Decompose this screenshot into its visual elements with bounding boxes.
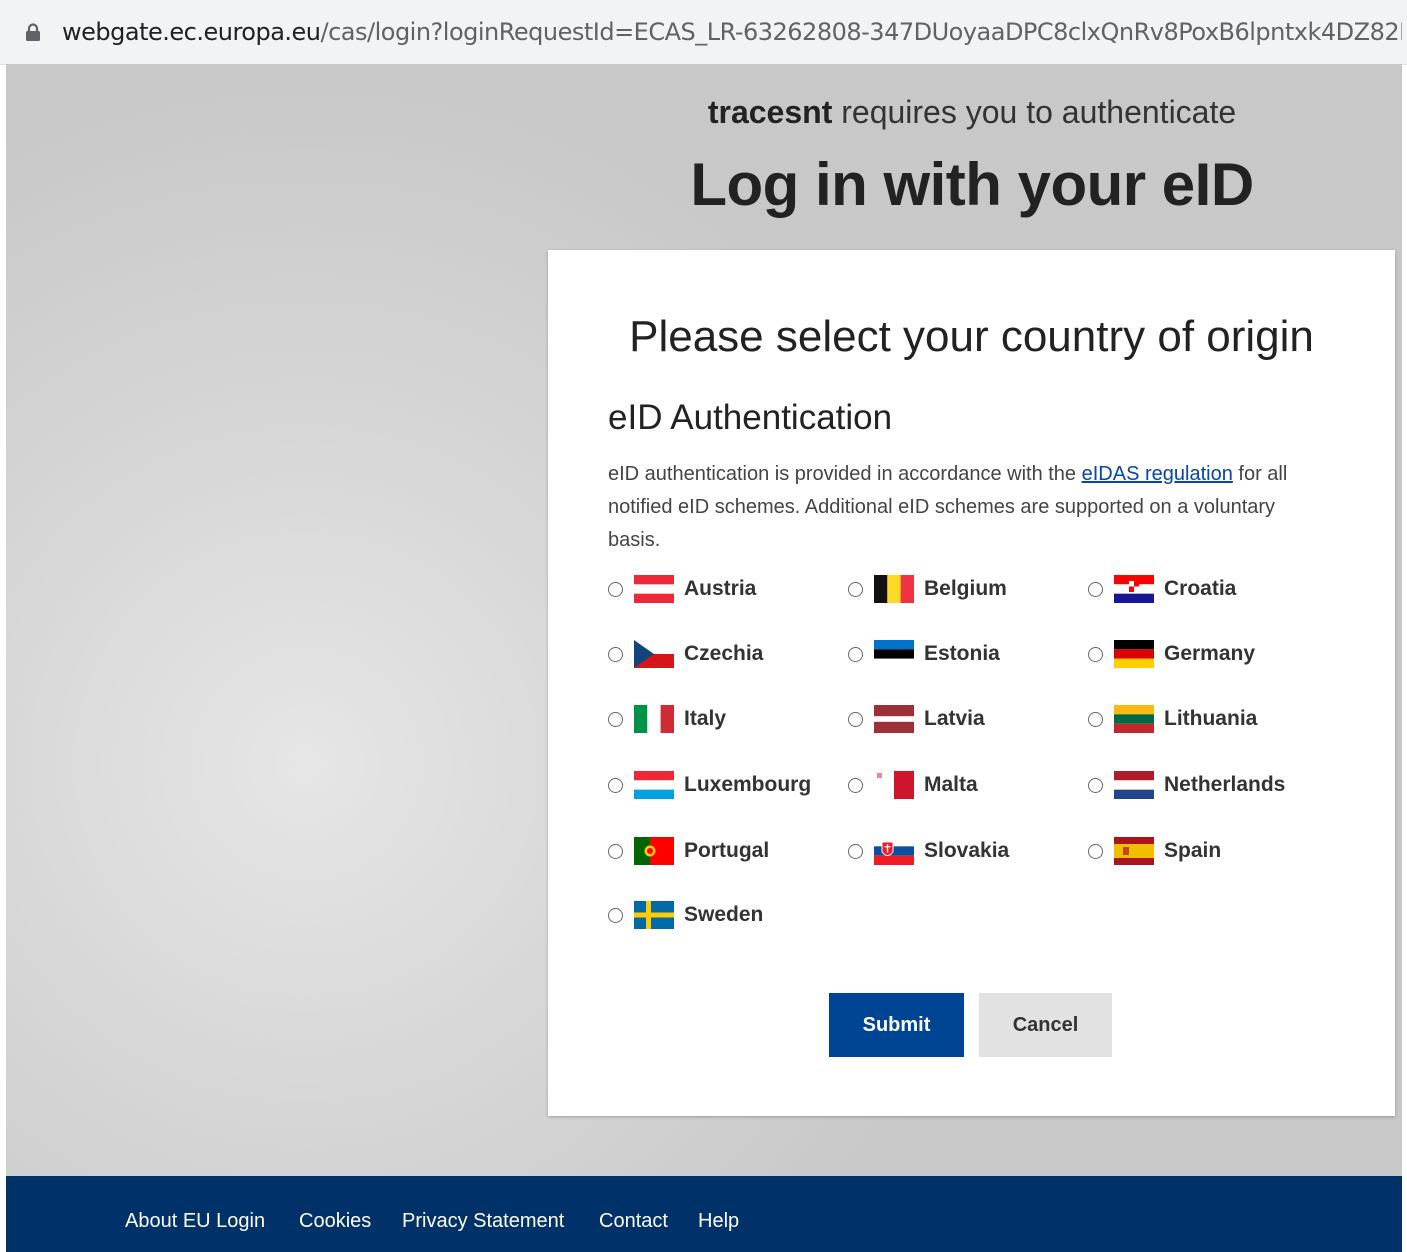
country-label: Austria bbox=[684, 577, 757, 600]
radio-malta[interactable] bbox=[848, 777, 863, 793]
country-label: Sweden bbox=[684, 903, 764, 926]
lock-icon bbox=[26, 23, 40, 41]
sweden-flag bbox=[634, 901, 674, 929]
radio-slovakia[interactable] bbox=[848, 843, 863, 859]
country-option-spain[interactable]: Spain bbox=[1088, 834, 1221, 868]
description-text: eID authentication is provided in accord… bbox=[608, 463, 1288, 551]
czechia-flag bbox=[634, 640, 674, 668]
country-label: Germany bbox=[1164, 642, 1256, 665]
app-name: tracesnt bbox=[707, 94, 833, 130]
country-label: Latvia bbox=[924, 707, 985, 730]
netherlands-flag bbox=[1114, 771, 1154, 799]
radio-portugal[interactable] bbox=[608, 843, 623, 859]
austria-flag bbox=[634, 575, 674, 603]
radio-italy[interactable] bbox=[608, 711, 623, 727]
country-option-slovakia[interactable]: Slovakia bbox=[848, 834, 1009, 868]
germany-flag bbox=[1114, 640, 1154, 668]
belgium-flag bbox=[874, 575, 914, 603]
browser-address-bar[interactable]: webgate.ec.europa.eu/cas/login?loginRequ… bbox=[0, 0, 1407, 65]
spain-flag bbox=[1114, 837, 1154, 865]
footer-link-contact[interactable]: Contact bbox=[599, 1210, 668, 1233]
country-option-belgium[interactable]: Belgium bbox=[848, 572, 1007, 606]
footer-link-help[interactable]: Help bbox=[698, 1210, 739, 1233]
radio-czechia[interactable] bbox=[608, 646, 623, 662]
country-option-portugal[interactable]: Portugal bbox=[608, 834, 769, 868]
footer-link-privacy[interactable]: Privacy Statement bbox=[402, 1210, 564, 1233]
radio-lithuania[interactable] bbox=[1088, 711, 1103, 727]
country-option-latvia[interactable]: Latvia bbox=[848, 702, 985, 736]
country-label: Lithuania bbox=[1164, 707, 1258, 730]
country-option-luxembourg[interactable]: Luxembourg bbox=[608, 768, 811, 802]
card-title: Please select your country of origin bbox=[629, 312, 1314, 361]
country-option-malta[interactable]: Malta bbox=[848, 768, 978, 802]
country-option-austria[interactable]: Austria bbox=[608, 572, 756, 606]
estonia-flag bbox=[874, 640, 914, 668]
country-option-estonia[interactable]: Estonia bbox=[848, 637, 1000, 671]
croatia-flag bbox=[1114, 575, 1154, 603]
country-label: Malta bbox=[924, 773, 978, 796]
slovakia-flag bbox=[874, 837, 914, 865]
country-label: Luxembourg bbox=[684, 773, 812, 796]
footer-link-cookies[interactable]: Cookies bbox=[299, 1210, 371, 1233]
country-label: Estonia bbox=[924, 642, 1000, 665]
country-option-sweden[interactable]: Sweden bbox=[608, 898, 763, 932]
malta-flag bbox=[874, 771, 914, 799]
lithuania-flag bbox=[1114, 705, 1154, 733]
country-selection-card: Please select your country of origin eID… bbox=[548, 250, 1395, 1116]
radio-spain[interactable] bbox=[1088, 843, 1103, 859]
country-label: Netherlands bbox=[1164, 773, 1286, 796]
country-label: Czechia bbox=[684, 642, 764, 665]
country-label: Slovakia bbox=[924, 839, 1010, 862]
section-heading: eID Authentication bbox=[608, 398, 893, 437]
radio-croatia[interactable] bbox=[1088, 581, 1103, 597]
country-label: Spain bbox=[1164, 839, 1222, 862]
italy-flag bbox=[634, 705, 674, 733]
portugal-flag bbox=[634, 837, 674, 865]
country-option-lithuania[interactable]: Lithuania bbox=[1088, 702, 1257, 736]
radio-sweden[interactable] bbox=[608, 907, 623, 923]
country-option-czechia[interactable]: Czechia bbox=[608, 637, 763, 671]
url-text[interactable]: webgate.ec.europa.eu/cas/login?loginRequ… bbox=[62, 16, 1402, 48]
country-label: Portugal bbox=[684, 839, 770, 862]
country-option-italy[interactable]: Italy bbox=[608, 702, 726, 736]
page-background: tracesnt requires you to authenticate Lo… bbox=[6, 64, 1402, 1176]
page-title: Log in with your eID bbox=[690, 151, 1254, 218]
footer: About EU Login Cookies Privacy Statement… bbox=[6, 1176, 1402, 1252]
radio-belgium[interactable] bbox=[848, 581, 863, 597]
country-label: Belgium bbox=[924, 577, 1007, 600]
luxembourg-flag bbox=[634, 771, 674, 799]
radio-luxembourg[interactable] bbox=[608, 777, 623, 793]
latvia-flag bbox=[874, 705, 914, 733]
radio-netherlands[interactable] bbox=[1088, 777, 1103, 793]
radio-austria[interactable] bbox=[608, 581, 623, 597]
eidas-regulation-link[interactable]: eIDAS regulation bbox=[1082, 463, 1233, 485]
country-option-germany[interactable]: Germany bbox=[1088, 637, 1255, 671]
radio-germany[interactable] bbox=[1088, 646, 1103, 662]
radio-estonia[interactable] bbox=[848, 646, 863, 662]
radio-latvia[interactable] bbox=[848, 711, 863, 727]
country-option-netherlands[interactable]: Netherlands bbox=[1088, 768, 1285, 802]
footer-link-about[interactable]: About EU Login bbox=[125, 1210, 265, 1233]
country-label: Croatia bbox=[1164, 577, 1237, 600]
country-label: Italy bbox=[684, 707, 727, 730]
cancel-button[interactable]: Cancel bbox=[979, 993, 1112, 1057]
submit-button[interactable]: Submit bbox=[829, 993, 964, 1057]
requires-auth-text: tracesnt requires you to authenticate bbox=[707, 94, 1237, 130]
country-option-croatia[interactable]: Croatia bbox=[1088, 572, 1236, 606]
